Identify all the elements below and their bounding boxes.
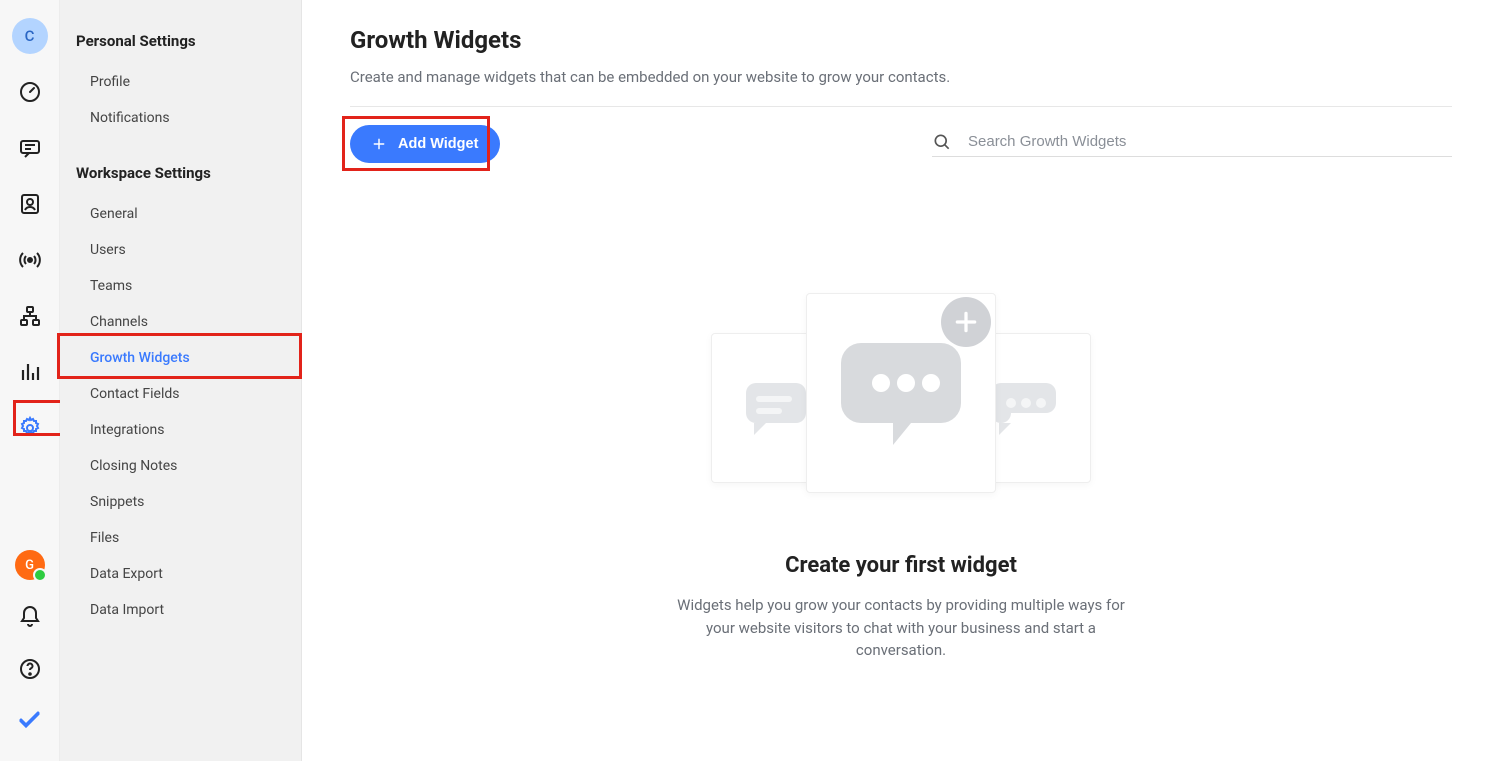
empty-state: Create your first widget Widgets help yo… — [350, 283, 1452, 662]
toolbar: Add Widget — [350, 125, 1452, 163]
page-subtitle: Create and manage widgets that can be em… — [350, 68, 1452, 86]
search-input[interactable] — [968, 133, 1452, 150]
dashboard-icon[interactable] — [8, 70, 52, 114]
search-icon — [932, 132, 952, 152]
sidebar-item-closing-notes[interactable]: Closing Notes — [60, 448, 301, 484]
page-title: Growth Widgets — [350, 26, 1452, 54]
sidebar-item-users[interactable]: Users — [60, 232, 301, 268]
avatar-letter-bottom: G — [15, 550, 45, 580]
reports-icon[interactable] — [8, 350, 52, 394]
help-icon[interactable] — [8, 647, 52, 691]
divider — [350, 106, 1452, 107]
empty-state-title: Create your first widget — [785, 553, 1017, 578]
empty-state-subtitle: Widgets help you grow your contacts by p… — [661, 594, 1141, 662]
settings-sidebar: Personal Settings Profile Notifications … — [60, 0, 302, 761]
workflow-icon[interactable] — [8, 294, 52, 338]
sidebar-item-snippets[interactable]: Snippets — [60, 484, 301, 520]
search-wrap — [932, 132, 1452, 157]
sidebar-item-contact-fields[interactable]: Contact Fields — [60, 376, 301, 412]
sidebar-item-profile[interactable]: Profile — [60, 64, 301, 100]
sidebar-item-teams[interactable]: Teams — [60, 268, 301, 304]
highlight-frame — [57, 333, 302, 379]
main-content: Growth Widgets Create and manage widgets… — [302, 0, 1500, 761]
contacts-icon[interactable] — [8, 182, 52, 226]
highlight-frame — [13, 400, 63, 436]
sidebar-item-files[interactable]: Files — [60, 520, 301, 556]
highlight-frame — [342, 116, 490, 171]
avatar-letter: C — [12, 18, 48, 54]
notifications-bell-icon[interactable] — [8, 595, 52, 639]
workspace-settings-header: Workspace Settings — [60, 158, 301, 196]
sidebar-item-data-import[interactable]: Data Import — [60, 592, 301, 628]
settings-icon[interactable] — [8, 406, 52, 450]
icon-rail: C G — [0, 0, 60, 761]
empty-illustration — [711, 283, 1091, 503]
plus-badge-icon — [941, 297, 991, 347]
sidebar-item-notifications[interactable]: Notifications — [60, 100, 301, 136]
brand-logo-icon[interactable] — [8, 699, 52, 743]
broadcast-icon[interactable] — [8, 238, 52, 282]
user-avatar[interactable]: G — [8, 543, 52, 587]
sidebar-item-data-export[interactable]: Data Export — [60, 556, 301, 592]
personal-settings-header: Personal Settings — [60, 26, 301, 64]
messages-icon[interactable] — [8, 126, 52, 170]
workspace-avatar[interactable]: C — [8, 14, 52, 58]
sidebar-item-integrations[interactable]: Integrations — [60, 412, 301, 448]
sidebar-item-general[interactable]: General — [60, 196, 301, 232]
